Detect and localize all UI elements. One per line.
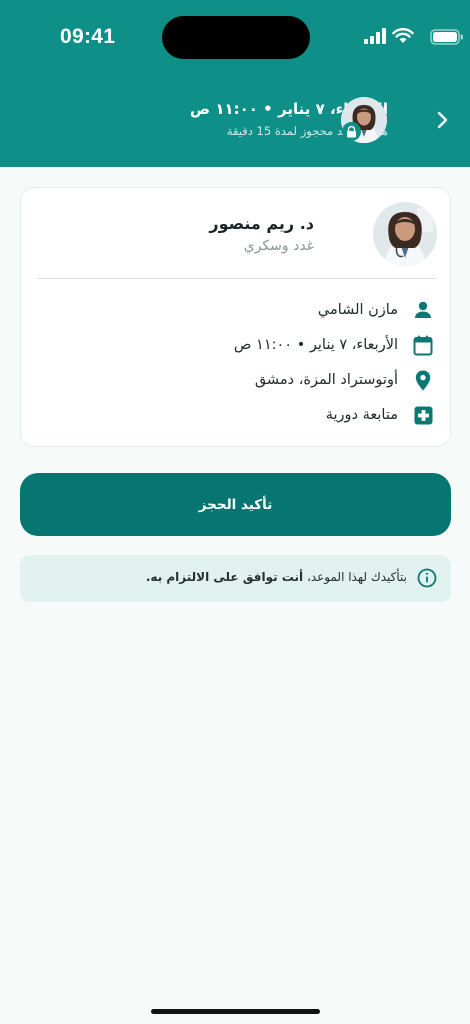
- notice-text-normal: بتأكيدك لهذا الموعد،: [303, 570, 407, 584]
- location-pin-icon: [412, 369, 434, 391]
- clinic-address: أوتوستراد المزة، دمشق: [254, 372, 398, 388]
- status-bar: 09:41: [0, 0, 470, 76]
- header-bar: 09:41 الأربعاء، ٧ يناير • ١١:٠٠ ص هذا: [0, 0, 470, 167]
- info-icon: [417, 568, 437, 588]
- dynamic-island: [162, 16, 310, 59]
- doctor-name: د. ريم منصور: [209, 214, 314, 233]
- cellular-signal-icon: [364, 28, 386, 44]
- appointment-details-card: د. ريم منصور غدد وسكري مازن الشامي الأرب…: [20, 187, 451, 447]
- notice-text-bold: أنت توافق على الالتزام به.: [145, 570, 304, 584]
- doctor-avatar: [373, 202, 437, 266]
- patient-name: مازن الشامي: [317, 302, 398, 318]
- home-indicator: [151, 1009, 320, 1014]
- detail-row-datetime: الأربعاء، ٧ يناير • ١١:٠٠ ص: [234, 333, 434, 357]
- battery-icon: [430, 29, 463, 45]
- person-icon: [412, 299, 434, 321]
- visit-type: متابعة دورية: [325, 407, 398, 423]
- status-time: 09:41: [60, 25, 116, 48]
- confirm-booking-button[interactable]: تأكيد الحجز: [20, 473, 451, 536]
- medical-cross-icon: [412, 404, 434, 426]
- notice-text: بتأكيدك لهذا الموعد، أنت توافق على الالت…: [146, 570, 407, 584]
- detail-row-visit-type: متابعة دورية: [326, 403, 434, 427]
- chevron-right-icon[interactable]: [434, 110, 452, 130]
- appointment-date: الأربعاء، ٧ يناير • ١١:٠٠ ص: [233, 337, 398, 353]
- detail-row-location: أوتوستراد المزة، دمشق: [255, 368, 434, 392]
- commitment-notice: بتأكيدك لهذا الموعد، أنت توافق على الالت…: [20, 555, 451, 602]
- detail-row-patient: مازن الشامي: [318, 298, 434, 322]
- lock-icon: [342, 122, 361, 141]
- doctor-specialty: غدد وسكري: [243, 238, 314, 254]
- card-divider: [37, 278, 437, 279]
- calendar-icon: [412, 334, 434, 356]
- wifi-icon: [392, 28, 414, 43]
